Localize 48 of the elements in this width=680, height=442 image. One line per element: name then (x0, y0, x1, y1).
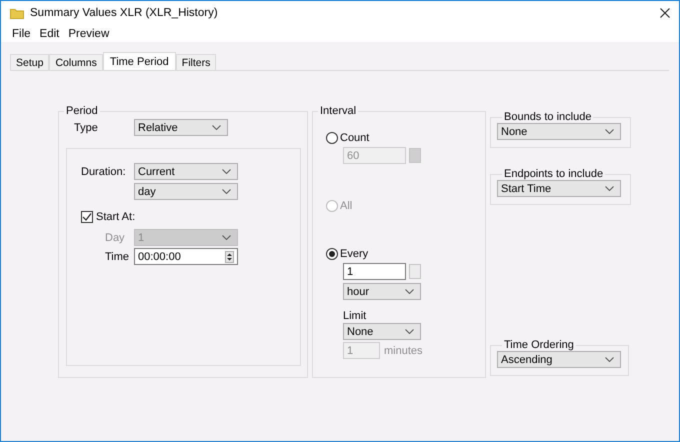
time-field[interactable]: 00:00:00 (134, 248, 238, 265)
dropdown[interactable]: Relative (134, 119, 228, 136)
radio-button[interactable] (326, 248, 338, 260)
dropdown[interactable]: hour (343, 283, 421, 300)
chevron-icon (605, 129, 614, 134)
field-label: Limit (343, 310, 368, 322)
radio-label: Count (340, 132, 370, 144)
dropdown[interactable]: Start Time (497, 180, 621, 197)
chevron-icon (212, 125, 221, 130)
window-title: Summary Values XLR (XLR_History) (30, 7, 218, 19)
checkbox-label: Start At: (96, 211, 136, 223)
dropdown[interactable]: None (343, 323, 421, 340)
tab[interactable]: Time Period (102, 52, 176, 70)
field-label: Duration: (81, 166, 127, 178)
chevron-icon (405, 329, 414, 334)
group-title: Period (65, 105, 99, 117)
checkbox[interactable] (81, 211, 93, 223)
menu-item[interactable]: File (12, 28, 31, 40)
close-icon[interactable] (660, 8, 670, 18)
chevron-icon (405, 289, 414, 294)
chevron-icon (222, 235, 231, 240)
group-title: Bounds to include (503, 111, 592, 123)
chevron-icon (222, 169, 231, 174)
tab[interactable]: Columns (49, 54, 103, 70)
chevron-icon (605, 186, 614, 191)
dropdown[interactable]: day (134, 183, 238, 200)
menu-item[interactable]: Preview (68, 28, 110, 40)
dropdown[interactable]: Ascending (497, 351, 621, 368)
unit-label: minutes (384, 344, 423, 356)
field-label: Time (105, 250, 130, 262)
dropdown[interactable]: Current (134, 163, 238, 180)
field-label: Day (105, 232, 126, 244)
chevron-icon (605, 357, 614, 362)
menu-item[interactable]: Edit (40, 28, 60, 40)
radio-button[interactable] (326, 132, 338, 144)
group-title: Interval (319, 105, 358, 117)
group-title: Endpoints to include (503, 168, 604, 180)
field-label: Type (74, 122, 99, 134)
tab[interactable]: Filters (176, 54, 216, 70)
radio-label: Every (340, 248, 368, 260)
spin-icon[interactable] (225, 250, 234, 262)
folder-icon (10, 8, 24, 18)
chevron-icon (222, 189, 231, 194)
radio-label: All (340, 200, 352, 212)
group-title: Time Ordering (503, 339, 575, 351)
input-field[interactable]: 1 (343, 263, 406, 280)
tab[interactable]: Setup (10, 54, 50, 70)
dropdown[interactable]: None (497, 123, 621, 140)
